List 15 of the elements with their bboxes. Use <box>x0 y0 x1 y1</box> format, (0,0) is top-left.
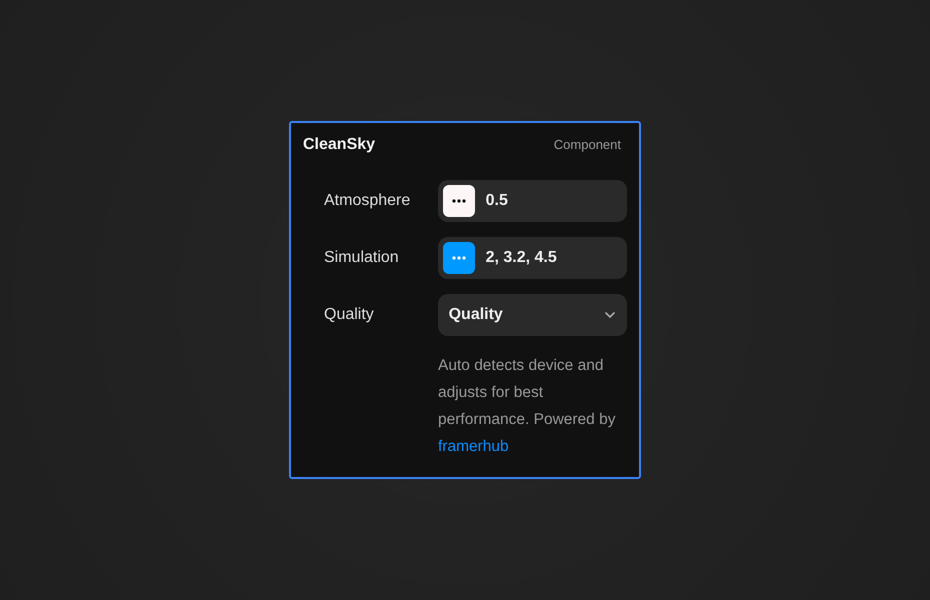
color-field[interactable]: 0.5 <box>438 180 627 222</box>
field-label: Atmosphere <box>324 191 412 211</box>
field-label: Quality <box>324 305 375 325</box>
field-label: Simulation <box>324 248 400 268</box>
chevron-down-icon <box>605 312 615 318</box>
framerhub-link[interactable]: framerhub <box>438 438 509 455</box>
color-field[interactable]: 2, 3.2, 4.5 <box>438 237 627 279</box>
more-icon <box>452 199 466 203</box>
panel-tag: Component <box>554 135 627 155</box>
quality-dropdown[interactable]: Quality <box>438 294 627 336</box>
color-swatch[interactable] <box>442 185 475 217</box>
panel-title: CleanSky <box>303 135 376 155</box>
color-swatch[interactable] <box>442 242 475 274</box>
more-icon <box>452 256 466 260</box>
description-text: Auto detects device and adjusts for best performance. Powered by framerhub <box>438 356 616 457</box>
